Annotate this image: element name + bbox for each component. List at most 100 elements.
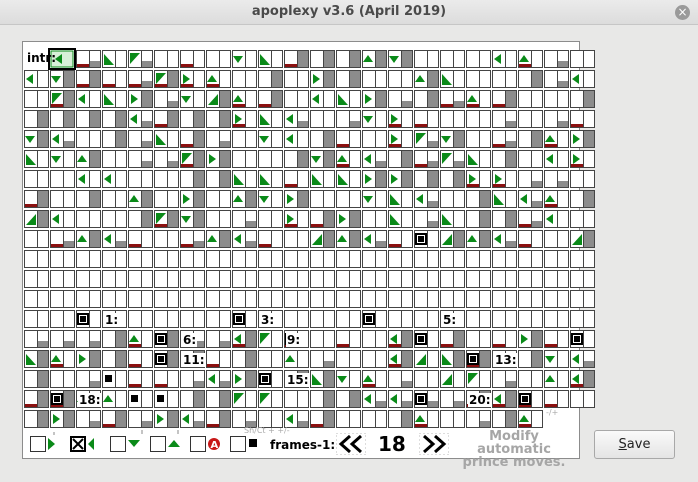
move-cell[interactable] <box>466 370 491 388</box>
move-cell[interactable] <box>102 270 127 288</box>
move-cell[interactable] <box>102 150 127 168</box>
move-cell[interactable] <box>258 170 283 188</box>
move-cell[interactable] <box>154 250 179 268</box>
move-cell[interactable] <box>518 230 543 248</box>
move-cell[interactable] <box>414 370 439 388</box>
move-cell[interactable] <box>518 250 543 268</box>
move-cell[interactable] <box>24 170 49 188</box>
move-cell[interactable] <box>466 270 491 288</box>
move-cell[interactable] <box>362 230 387 248</box>
move-cell[interactable] <box>258 350 283 368</box>
move-cell[interactable] <box>24 290 49 308</box>
move-cell[interactable] <box>128 150 153 168</box>
move-cell[interactable] <box>154 410 179 428</box>
move-cell[interactable] <box>466 250 491 268</box>
move-cell[interactable] <box>570 390 595 408</box>
move-cell[interactable] <box>154 130 179 148</box>
move-cell[interactable] <box>258 370 283 388</box>
move-cell[interactable] <box>310 210 335 228</box>
move-cell[interactable] <box>232 170 257 188</box>
move-cell[interactable] <box>440 410 465 428</box>
move-cell[interactable] <box>258 390 283 408</box>
tool-attack-icon[interactable]: A <box>190 436 221 452</box>
move-cell[interactable] <box>518 210 543 228</box>
move-cell[interactable] <box>76 170 101 188</box>
move-cell[interactable] <box>518 150 543 168</box>
move-cell[interactable] <box>154 150 179 168</box>
move-cell[interactable] <box>440 150 465 168</box>
move-cell[interactable] <box>310 350 335 368</box>
move-cell[interactable] <box>180 150 205 168</box>
move-cell[interactable] <box>336 250 361 268</box>
move-cell[interactable] <box>180 410 205 428</box>
move-cell[interactable] <box>206 350 231 368</box>
move-cell[interactable] <box>258 90 283 108</box>
move-cell[interactable] <box>440 70 465 88</box>
move-cell[interactable] <box>258 190 283 208</box>
move-cell[interactable] <box>154 350 179 368</box>
move-cell[interactable] <box>102 350 127 368</box>
move-cell[interactable] <box>128 410 153 428</box>
move-cell[interactable] <box>518 170 543 188</box>
move-cell[interactable] <box>414 350 439 368</box>
move-cell[interactable] <box>50 290 75 308</box>
move-cell[interactable] <box>388 230 413 248</box>
move-cell[interactable] <box>24 130 49 148</box>
move-cell[interactable] <box>232 350 257 368</box>
move-cell[interactable] <box>440 90 465 108</box>
move-cell[interactable] <box>362 270 387 288</box>
move-cell[interactable] <box>388 330 413 348</box>
move-cell[interactable] <box>232 330 257 348</box>
move-cell[interactable] <box>232 370 257 388</box>
move-cell[interactable] <box>440 230 465 248</box>
move-cell[interactable] <box>284 110 309 128</box>
move-cell[interactable] <box>284 290 309 308</box>
move-cell[interactable] <box>414 150 439 168</box>
move-cell[interactable] <box>336 90 361 108</box>
move-cell[interactable] <box>388 90 413 108</box>
move-cell[interactable] <box>310 370 335 388</box>
move-cell[interactable] <box>336 130 361 148</box>
move-cell[interactable] <box>466 410 491 428</box>
move-cell[interactable] <box>76 190 101 208</box>
move-cell[interactable] <box>414 110 439 128</box>
move-cell[interactable] <box>440 330 465 348</box>
move-cell[interactable] <box>76 250 101 268</box>
move-cell[interactable] <box>362 130 387 148</box>
move-cell[interactable] <box>492 50 517 68</box>
move-cell[interactable] <box>232 310 257 328</box>
move-cell[interactable] <box>154 230 179 248</box>
move-cell[interactable] <box>258 410 283 428</box>
move-cell[interactable] <box>518 110 543 128</box>
move-cell[interactable] <box>128 250 153 268</box>
move-cell[interactable] <box>232 110 257 128</box>
move-cell[interactable] <box>284 70 309 88</box>
move-cell[interactable] <box>284 230 309 248</box>
move-cell[interactable] <box>206 150 231 168</box>
move-cell[interactable] <box>128 290 153 308</box>
move-cell[interactable] <box>544 350 569 368</box>
increase-frames-icon[interactable] <box>419 433 449 455</box>
move-cell[interactable] <box>76 290 101 308</box>
move-cell[interactable] <box>414 270 439 288</box>
move-cell[interactable] <box>24 350 49 368</box>
move-cell[interactable] <box>76 90 101 108</box>
move-cell[interactable] <box>128 270 153 288</box>
move-cell[interactable] <box>518 90 543 108</box>
move-cell[interactable] <box>388 310 413 328</box>
move-cell[interactable] <box>102 290 127 308</box>
move-cell[interactable] <box>50 370 75 388</box>
move-cell[interactable] <box>206 110 231 128</box>
move-cell[interactable] <box>492 190 517 208</box>
move-cell[interactable] <box>180 370 205 388</box>
move-cell[interactable] <box>414 190 439 208</box>
move-cell[interactable] <box>102 50 127 68</box>
move-cell[interactable] <box>466 50 491 68</box>
move-cell[interactable] <box>362 250 387 268</box>
move-cell[interactable] <box>492 310 517 328</box>
move-cell[interactable] <box>206 90 231 108</box>
move-cell[interactable] <box>258 250 283 268</box>
move-cell[interactable] <box>310 390 335 408</box>
move-cell[interactable] <box>310 230 335 248</box>
move-cell[interactable] <box>492 90 517 108</box>
